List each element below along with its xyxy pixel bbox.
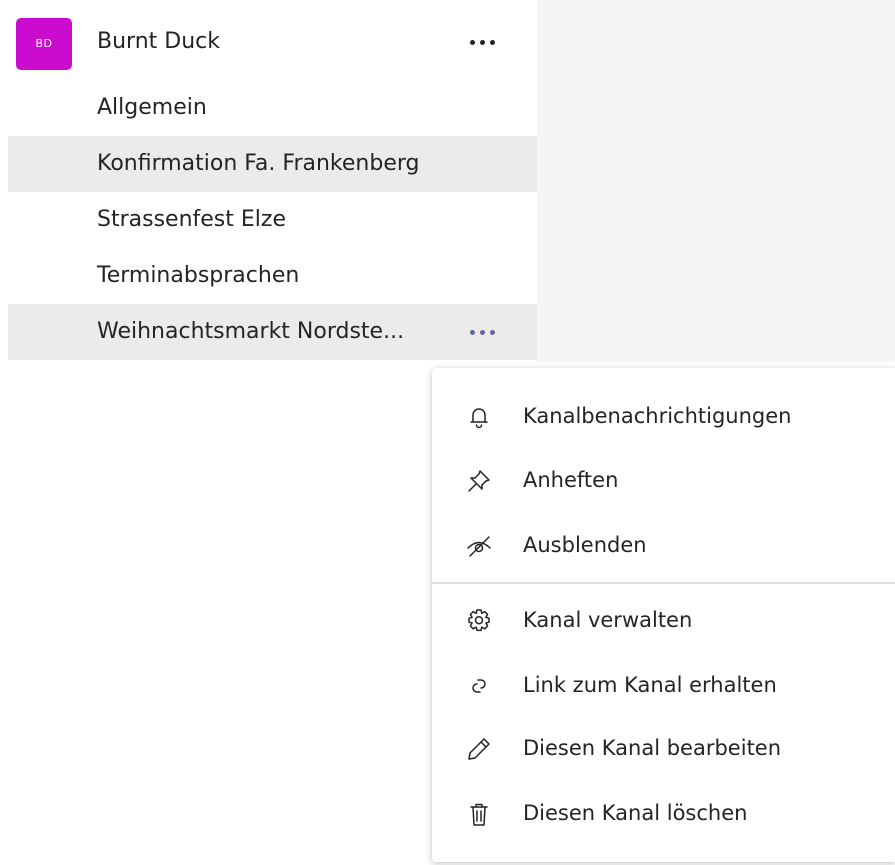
menu-item-edit-channel[interactable]: Diesen Kanal bearbeiten [432, 718, 895, 778]
more-options-icon[interactable] [458, 28, 506, 56]
menu-item-hide[interactable]: Ausblenden [432, 515, 895, 575]
menu-label: Link zum Kanal erhalten [523, 673, 777, 697]
menu-item-notifications[interactable]: Kanalbenachrichtigungen [432, 386, 895, 446]
pencil-icon [464, 734, 494, 764]
link-icon [464, 671, 494, 701]
menu-divider [432, 582, 895, 584]
channel-item-konfirmation[interactable]: Konfirmation Fa. Frankenberg [8, 136, 537, 192]
channel-label: Konfirmation Fa. Frankenberg [97, 151, 420, 176]
team-name[interactable]: Burnt Duck [97, 26, 220, 58]
trash-icon [464, 799, 494, 829]
channel-item-strassenfest[interactable]: Strassenfest Elze [8, 192, 537, 248]
channel-more-options-icon[interactable] [458, 318, 506, 346]
menu-item-get-link[interactable]: Link zum Kanal erhalten [432, 655, 895, 715]
menu-item-pin[interactable]: Anheften [432, 450, 895, 510]
menu-label: Diesen Kanal löschen [523, 801, 748, 825]
channel-item-weihnachtsmarkt[interactable]: Weihnachtsmarkt Nordste... [8, 304, 537, 360]
menu-label: Ausblenden [523, 533, 647, 557]
menu-label: Anheften [523, 468, 619, 492]
channel-label: Allgemein [97, 95, 207, 120]
channel-label: Strassenfest Elze [97, 207, 286, 232]
menu-item-delete-channel[interactable]: Diesen Kanal löschen [432, 783, 895, 843]
channel-label: Terminabsprachen [97, 263, 300, 288]
pin-icon [464, 466, 494, 496]
menu-label: Kanalbenachrichtigungen [523, 404, 792, 428]
bell-icon [464, 402, 494, 432]
team-avatar: BD [16, 18, 72, 70]
channel-item-allgemein[interactable]: Allgemein [8, 80, 537, 136]
content-pane [537, 0, 895, 362]
team-header[interactable]: BD Burnt Duck [0, 0, 537, 80]
channel-item-terminabsprachen[interactable]: Terminabsprachen [8, 248, 537, 304]
menu-label: Diesen Kanal bearbeiten [523, 736, 782, 760]
channel-label: Weihnachtsmarkt Nordste... [97, 319, 405, 344]
menu-label: Kanal verwalten [523, 608, 693, 632]
menu-item-manage-channel[interactable]: Kanal verwalten [432, 590, 895, 650]
channel-context-menu: Kanalbenachrichtigungen Anheften Ausblen… [432, 368, 895, 862]
gear-icon [464, 606, 494, 636]
eye-off-icon [464, 531, 494, 561]
